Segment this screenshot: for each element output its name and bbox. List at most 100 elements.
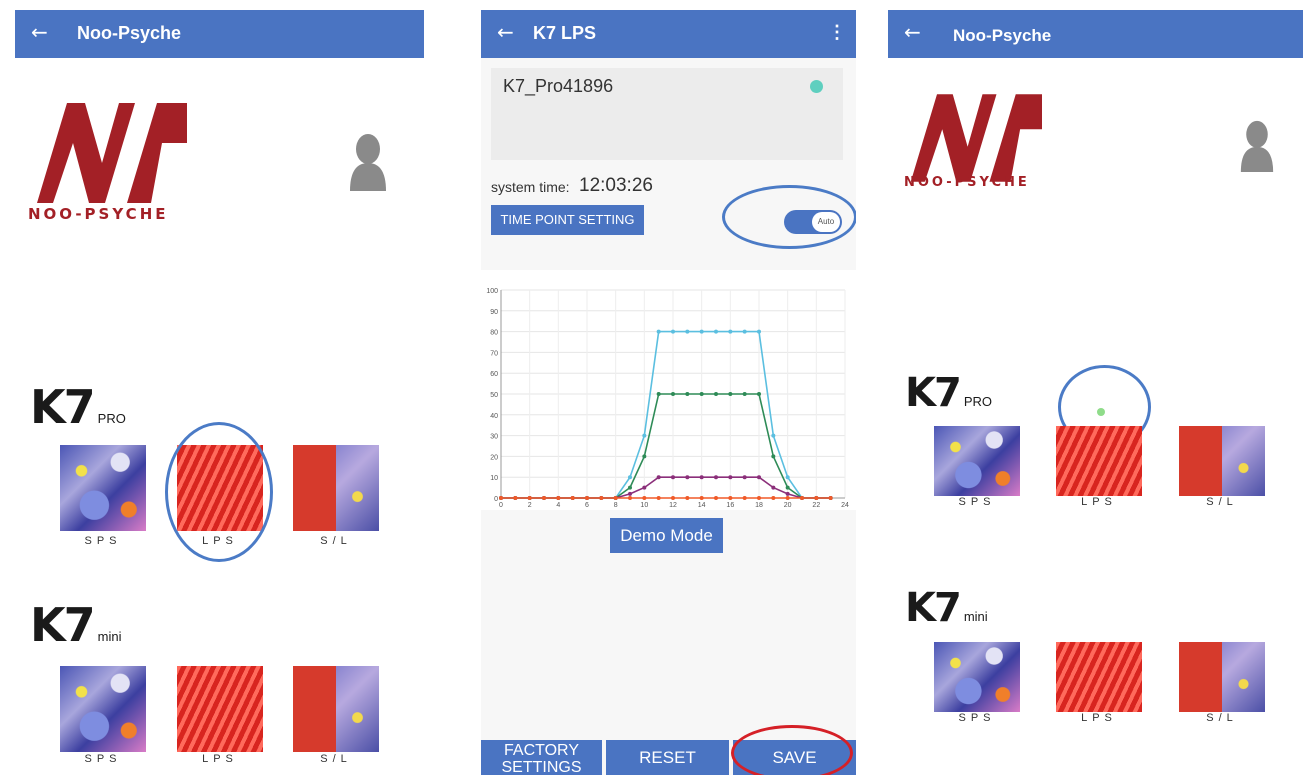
data-point xyxy=(513,496,518,500)
data-point xyxy=(671,496,675,500)
x-tick-label: 8 xyxy=(614,502,618,509)
data-point xyxy=(714,496,718,500)
x-tick-label: 18 xyxy=(755,502,763,509)
data-point xyxy=(628,496,632,500)
preset-label: S/L xyxy=(320,535,352,547)
app-bar: ← Noo-Psyche xyxy=(888,10,1303,58)
factory-settings-button[interactable]: FACTORY SETTINGS xyxy=(481,740,602,775)
data-point xyxy=(585,496,589,500)
model-heading-pro: K7 PRO xyxy=(30,380,126,434)
more-menu-icon[interactable]: ⋮ xyxy=(828,22,846,42)
data-point xyxy=(771,454,776,459)
data-point xyxy=(642,485,647,490)
y-tick-label: 100 xyxy=(486,288,498,295)
data-point xyxy=(785,485,790,490)
data-point xyxy=(642,433,647,438)
preset-lps-mini[interactable] xyxy=(177,666,263,752)
y-tick-label: 40 xyxy=(490,413,498,420)
highlight-circle xyxy=(722,185,856,249)
demo-mode-button[interactable]: Demo Mode xyxy=(610,518,723,553)
preset-sps-mini[interactable] xyxy=(934,642,1020,712)
data-point xyxy=(699,392,704,396)
data-point xyxy=(728,496,733,500)
data-point xyxy=(656,329,661,334)
preset-lps-pro[interactable] xyxy=(1056,426,1142,496)
back-arrow-icon[interactable]: ← xyxy=(497,22,514,42)
preset-label: S/L xyxy=(1206,712,1238,724)
back-arrow-icon[interactable]: ← xyxy=(904,22,921,42)
preset-sps-pro[interactable] xyxy=(934,426,1020,496)
preset-lps-mini[interactable] xyxy=(1056,642,1142,712)
data-point xyxy=(685,329,690,334)
data-point xyxy=(757,392,761,396)
data-point xyxy=(527,496,532,500)
preset-sl-mini[interactable] xyxy=(293,666,379,752)
data-point xyxy=(656,475,661,480)
noo-psyche-logo xyxy=(910,94,1042,182)
preset-label: S/L xyxy=(320,753,352,765)
preset-sps-mini[interactable] xyxy=(60,666,146,752)
x-tick-label: 24 xyxy=(841,502,849,509)
back-arrow-icon[interactable]: ← xyxy=(31,22,48,42)
app-bar: ← K7 LPS ⋮ xyxy=(481,10,856,58)
data-point xyxy=(628,485,632,490)
data-point xyxy=(642,454,647,459)
preset-label: SPS xyxy=(958,712,996,724)
y-tick-label: 30 xyxy=(490,434,498,441)
data-point xyxy=(742,329,747,334)
device-card[interactable]: K7_Pro41896 xyxy=(491,68,843,160)
data-point xyxy=(785,475,790,480)
x-tick-label: 16 xyxy=(726,502,734,509)
logo-text: NOO-PSYCHE xyxy=(904,175,1030,190)
system-time-value: 12:03:26 xyxy=(579,175,653,196)
data-point xyxy=(685,392,690,396)
data-point xyxy=(542,496,546,500)
data-point xyxy=(728,475,733,480)
reset-button[interactable]: RESET xyxy=(606,740,729,775)
logo-text: NOO-PSYCHE xyxy=(28,205,169,223)
preset-label: LPS xyxy=(202,753,238,765)
data-point xyxy=(757,496,761,500)
x-tick-label: 4 xyxy=(556,502,560,509)
y-tick-label: 20 xyxy=(490,454,498,461)
y-tick-label: 10 xyxy=(490,475,498,482)
data-point xyxy=(599,496,604,500)
data-point xyxy=(556,496,561,500)
preset-label: LPS xyxy=(1081,496,1117,508)
data-point xyxy=(570,496,575,500)
y-tick-label: 60 xyxy=(490,371,498,378)
data-point xyxy=(828,496,833,500)
screen-home-1: ← Noo-Psyche NOO-PSYCHE K7 PRO SPS LPS S/… xyxy=(15,10,424,775)
app-title: Noo-Psyche xyxy=(77,23,182,43)
user-avatar-icon[interactable] xyxy=(348,133,388,191)
preset-sl-pro[interactable] xyxy=(1179,426,1265,496)
preset-sps-pro[interactable] xyxy=(60,445,146,531)
data-point xyxy=(757,329,761,334)
app-title: Noo-Psyche xyxy=(953,26,1052,45)
preset-sl-mini[interactable] xyxy=(1179,642,1265,712)
x-tick-label: 14 xyxy=(698,502,706,509)
data-point xyxy=(757,475,761,480)
model-heading-mini: K7 mini xyxy=(905,585,988,631)
data-point xyxy=(814,496,819,500)
device-name: K7_Pro41896 xyxy=(503,76,614,96)
data-point xyxy=(714,475,718,480)
data-point xyxy=(613,496,618,500)
data-point xyxy=(685,475,690,480)
data-point xyxy=(742,475,747,480)
preset-label: SPS xyxy=(958,496,996,508)
preset-label: SPS xyxy=(84,535,122,547)
preset-sl-pro[interactable] xyxy=(293,445,379,531)
y-tick-label: 90 xyxy=(490,309,498,316)
series-line-2 xyxy=(501,476,831,499)
data-point xyxy=(656,392,661,396)
time-point-setting-button[interactable]: TIME POINT SETTING xyxy=(491,205,644,235)
x-tick-label: 22 xyxy=(812,502,820,509)
data-point xyxy=(728,329,733,334)
x-tick-label: 0 xyxy=(499,502,503,509)
noo-psyche-logo xyxy=(37,103,187,203)
data-point xyxy=(699,496,704,500)
data-point xyxy=(671,475,675,480)
preset-label: SPS xyxy=(84,753,122,765)
user-avatar-icon[interactable] xyxy=(1238,120,1276,172)
